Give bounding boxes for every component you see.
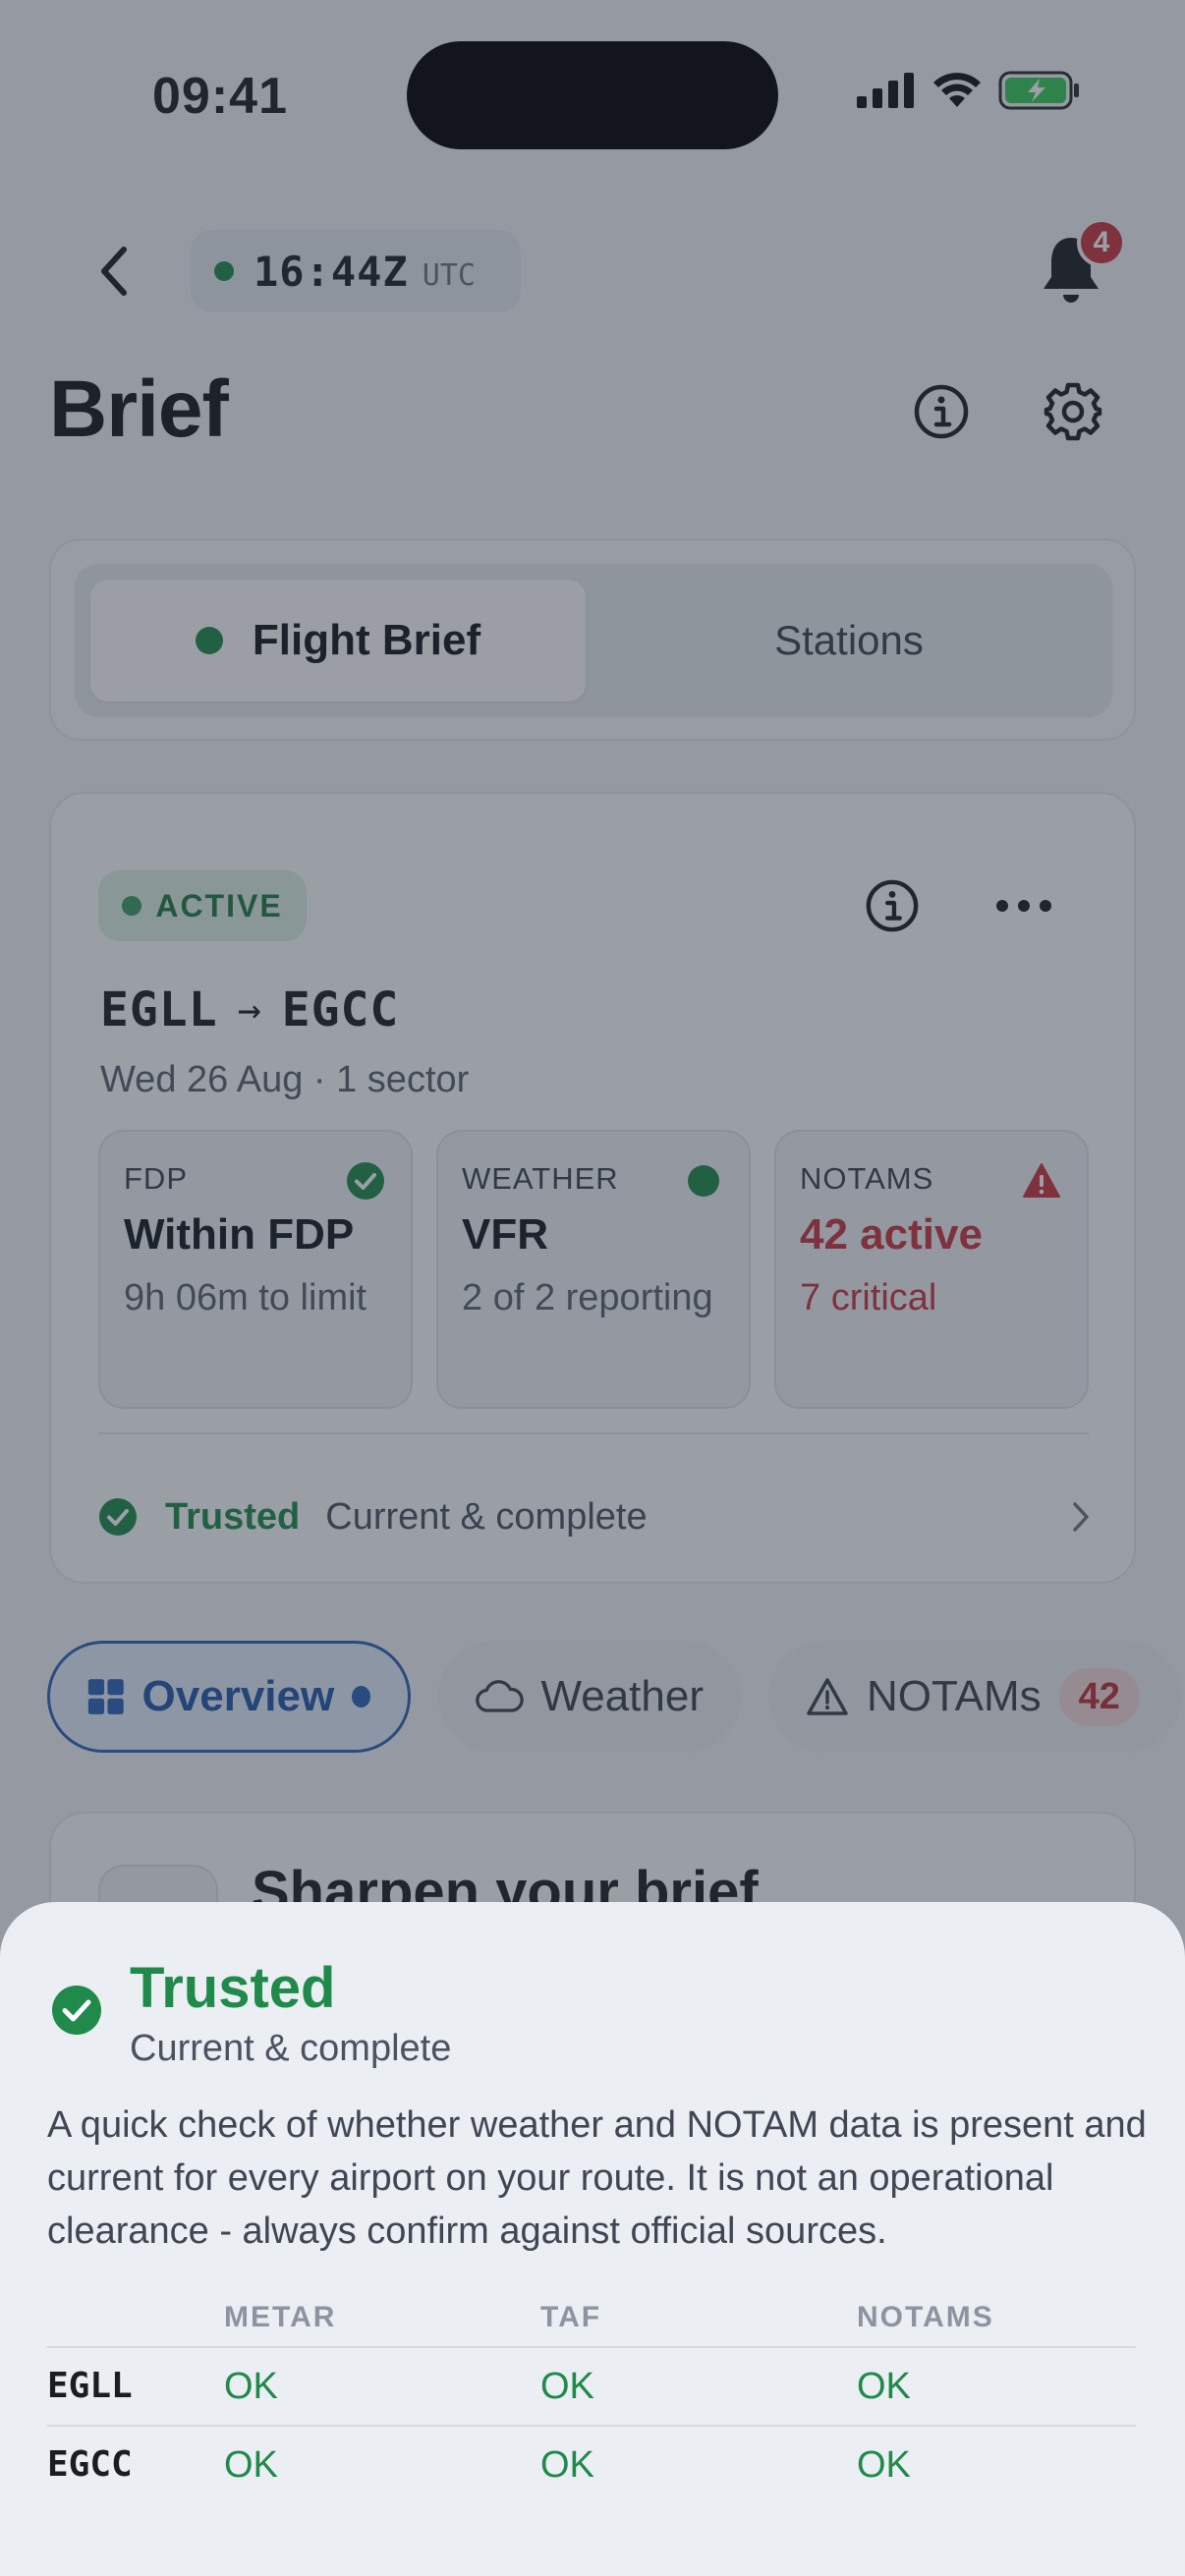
status-cell: OK <box>224 2366 278 2407</box>
status-cell: OK <box>540 2366 594 2407</box>
airport-code: EGCC <box>47 2444 133 2485</box>
table-header: METAR TAF NOTAMS <box>47 2295 1136 2348</box>
column-header: NOTAMS <box>857 2301 994 2333</box>
column-header: METAR <box>224 2301 337 2333</box>
status-cell: OK <box>857 2366 911 2407</box>
airport-code: EGLL <box>47 2366 133 2406</box>
sheet-subtitle: Current & complete <box>130 2028 452 2069</box>
sheet-description: A quick check of whether weather and NOT… <box>47 2104 1147 2252</box>
sheet-title: Trusted <box>130 1956 336 2020</box>
table-row: EGCC OK OK OK <box>47 2427 1136 2505</box>
check-circle-icon <box>52 1986 101 2035</box>
trust-details-sheet: Trusted Current & complete A quick check… <box>0 1902 1185 2576</box>
status-cell: OK <box>540 2444 594 2486</box>
status-cell: OK <box>857 2444 911 2486</box>
data-status-table: METAR TAF NOTAMS EGLL OK OK OK EGCC OK O… <box>47 2295 1136 2505</box>
column-header: TAF <box>540 2301 602 2333</box>
table-row: EGLL OK OK OK <box>47 2348 1136 2427</box>
status-cell: OK <box>224 2444 278 2486</box>
